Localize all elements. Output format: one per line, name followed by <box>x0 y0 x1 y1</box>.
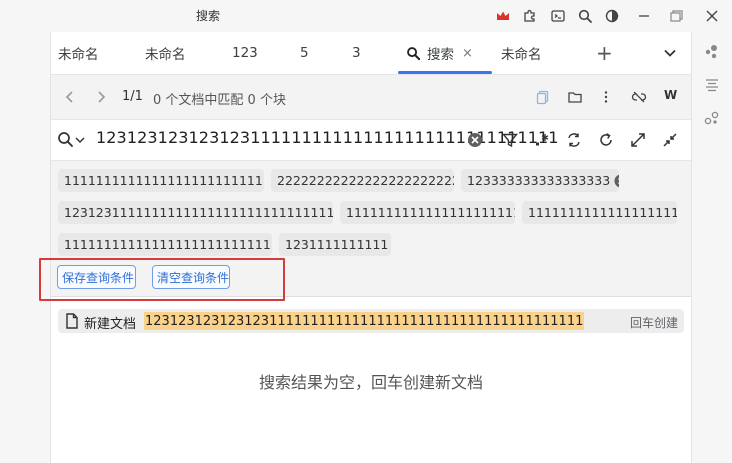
tab-label: 123 <box>232 45 258 61</box>
tab-untitled-2[interactable]: 未命名 <box>145 32 186 74</box>
new-document-label: 新建文档 <box>84 317 137 332</box>
left-dock <box>0 32 51 463</box>
search-icon <box>406 46 421 61</box>
restore-icon[interactable] <box>666 6 686 26</box>
search-toolbar <box>51 74 691 120</box>
document-icon <box>64 312 80 330</box>
search-method-icon[interactable] <box>56 130 76 150</box>
condition-chip[interactable]: 123333333333333333 <box>461 169 619 192</box>
tab-close-icon[interactable]: × <box>462 46 473 61</box>
next-page-icon[interactable] <box>92 88 110 106</box>
tab-123[interactable]: 123 <box>232 32 258 74</box>
condition-chip[interactable]: 1231111111111 <box>279 233 391 256</box>
chevron-down-icon[interactable] <box>662 32 678 74</box>
tab-label: 5 <box>300 45 309 61</box>
enter-create-hint: 回车创建 <box>630 316 679 330</box>
chip-label: 123123111111111111111111111111111111111 <box>64 205 333 220</box>
graph-icon[interactable] <box>703 43 721 61</box>
tab-label: 3 <box>352 45 361 61</box>
unlink-icon[interactable] <box>630 88 648 106</box>
condition-chip[interactable]: 1111111111111111111111 <box>522 201 677 224</box>
puzzle-icon[interactable] <box>520 6 540 26</box>
chip-label: 1111111111111111111111 <box>528 205 677 220</box>
tab-search[interactable]: 搜索 × <box>406 32 473 74</box>
title-bar <box>0 0 732 32</box>
replace-toggle-button[interactable]: W <box>664 88 677 102</box>
search-match-highlight: 1231231231231231111111111111111111111111… <box>144 312 585 330</box>
search-input[interactable]: 1231231231231231111111111111111111111111… <box>96 128 559 147</box>
annotation-highlight-box <box>39 258 285 301</box>
chip-label: 123333333333333333 <box>467 173 611 188</box>
window-title: 搜索 <box>196 9 221 23</box>
match-summary: 0 个文档中匹配 0 个块 <box>153 93 286 108</box>
condition-chip[interactable]: 1111111111111111111111111111 <box>58 169 264 192</box>
crown-icon[interactable] <box>493 6 513 26</box>
tab-label: 搜索 <box>427 47 454 63</box>
clear-search-icon[interactable] <box>465 130 485 150</box>
empty-results-message: 搜索结果为空，回车创建新文档 <box>258 373 483 392</box>
chip-label: 1111111111111111111111111111 <box>64 237 272 252</box>
previous-page-icon[interactable] <box>61 88 79 106</box>
tab-5[interactable]: 5 <box>300 32 309 74</box>
regex-icon[interactable] <box>532 130 552 150</box>
tab-label: 未命名 <box>58 47 99 63</box>
refresh-icon[interactable] <box>596 130 616 150</box>
minimize-icon[interactable] <box>634 6 654 26</box>
search-icon[interactable] <box>575 6 595 26</box>
tab-label: 未命名 <box>501 47 542 63</box>
expand-icon[interactable] <box>628 130 648 150</box>
outline-icon[interactable] <box>703 76 721 94</box>
condition-chip[interactable]: 123123111111111111111111111111111111111 <box>58 201 333 224</box>
tab-untitled-1[interactable]: 未命名 <box>58 32 99 74</box>
backlinks-icon[interactable] <box>703 109 721 127</box>
chevron-down-icon[interactable] <box>74 130 86 150</box>
filter-icon[interactable] <box>500 130 520 150</box>
folder-icon[interactable] <box>566 88 584 106</box>
add-tab-button[interactable]: + <box>596 32 613 74</box>
condition-chip[interactable]: 222222222222222222222222 <box>271 169 454 192</box>
tab-label: 未命名 <box>145 47 186 63</box>
collapse-icon[interactable] <box>660 130 680 150</box>
right-dock <box>691 32 732 463</box>
remove-chip-icon[interactable] <box>614 174 619 188</box>
page-indicator: 1/1 <box>122 89 143 104</box>
close-icon[interactable] <box>702 6 722 26</box>
tab-3[interactable]: 3 <box>352 32 361 74</box>
chip-label: 1231111111111 <box>285 237 389 252</box>
contrast-icon[interactable] <box>602 6 622 26</box>
condition-chip[interactable]: 111111111111111111111111 <box>340 201 515 224</box>
replace-icon[interactable] <box>564 130 584 150</box>
copy-icon[interactable] <box>534 88 552 106</box>
tab-untitled-3[interactable]: 未命名 <box>501 32 542 74</box>
more-options-icon[interactable] <box>597 88 615 106</box>
condition-chip[interactable]: 1111111111111111111111111111 <box>58 233 272 256</box>
chip-label: 1111111111111111111111111111 <box>64 173 264 188</box>
chip-label: 222222222222222222222222 <box>277 173 454 188</box>
terminal-icon[interactable] <box>548 6 568 26</box>
chip-label: 111111111111111111111111 <box>346 205 515 220</box>
